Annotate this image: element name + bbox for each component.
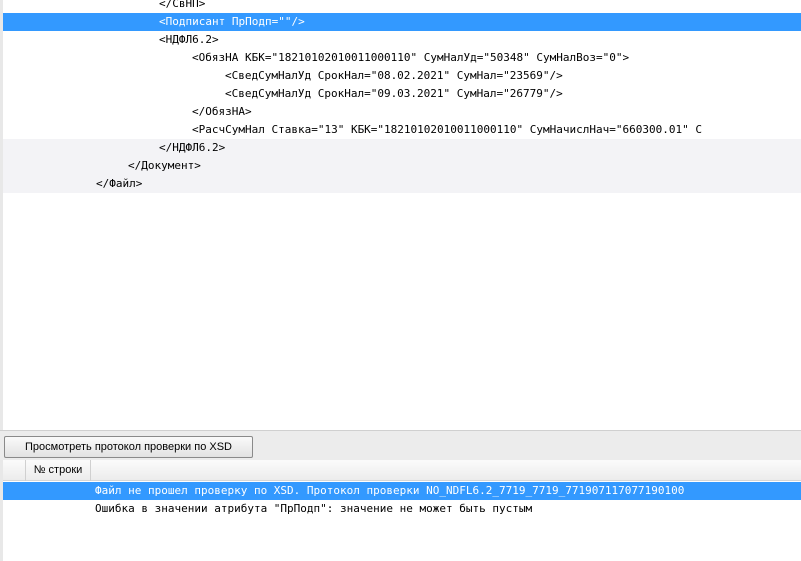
code-text: <Подписант ПрПодп=""/> [159,15,305,28]
code-text: </ОбязНА> [192,105,252,118]
code-line-13[interactable]: 13 <РасчСумНал Ставка="13" КБК="18210102… [3,121,801,139]
code-line-8[interactable]: 8 <НДФЛ6.2> [3,31,801,49]
view-xsd-protocol-button[interactable]: Просмотреть протокол проверки по XSD [4,436,253,458]
code-line-11[interactable]: 11 <СведСумНалУд СрокНал="09.03.2021" Су… [3,85,801,103]
result-row[interactable]: 7 Ошибка в значении атрибута "ПрПодп": з… [3,500,801,518]
toolbar: Просмотреть протокол проверки по XSD [0,430,801,460]
code-text: </Документ> [128,159,201,172]
code-text: <СведСумНалУд СрокНал="09.03.2021" СумНа… [225,87,563,100]
result-row[interactable]: 0 Файл не прошел проверку по XSD. Проток… [3,482,801,500]
code-text: </СвНП> [159,0,206,10]
code-text: <НДФЛ6.2> [159,33,219,46]
code-line-6[interactable]: 6 </СвНП> [3,0,801,13]
column-header-line-number[interactable]: № строки [25,460,91,481]
result-message: Файл не прошел проверку по XSD. Протокол… [95,484,685,497]
code-line-12[interactable]: 12 </ОбязНА> [3,103,801,121]
validation-results-grid[interactable]: № строки 0 Файл не прошел проверку по XS… [0,460,801,561]
code-line-7[interactable]: 7 <Подписант ПрПодп=""/> [3,13,801,31]
code-text: <ОбязНА КБК="18210102010011000110" СумНа… [192,51,630,64]
grid-header: № строки [3,460,801,481]
xml-editor[interactable]: 6 </СвНП> 7 <Подписант ПрПодп=""/> 8 <НД… [0,0,801,430]
code-line-14[interactable]: 14 </НДФЛ6.2> [3,139,801,157]
code-line-16[interactable]: 16 </Файл> [3,175,801,193]
code-line-15[interactable]: 15 </Документ> [3,157,801,175]
code-line-9[interactable]: 9 <ОбязНА КБК="18210102010011000110" Сум… [3,49,801,67]
code-text: </НДФЛ6.2> [159,141,226,154]
code-text: <РасчСумНал Ставка="13" КБК="18210102010… [192,123,702,136]
result-message: Ошибка в значении атрибута "ПрПодп": зна… [95,502,533,515]
code-line-10[interactable]: 10 <СведСумНалУд СрокНал="08.02.2021" Су… [3,67,801,85]
code-text: <СведСумНалУд СрокНал="08.02.2021" СумНа… [225,69,563,82]
code-text: </Файл> [96,177,143,190]
